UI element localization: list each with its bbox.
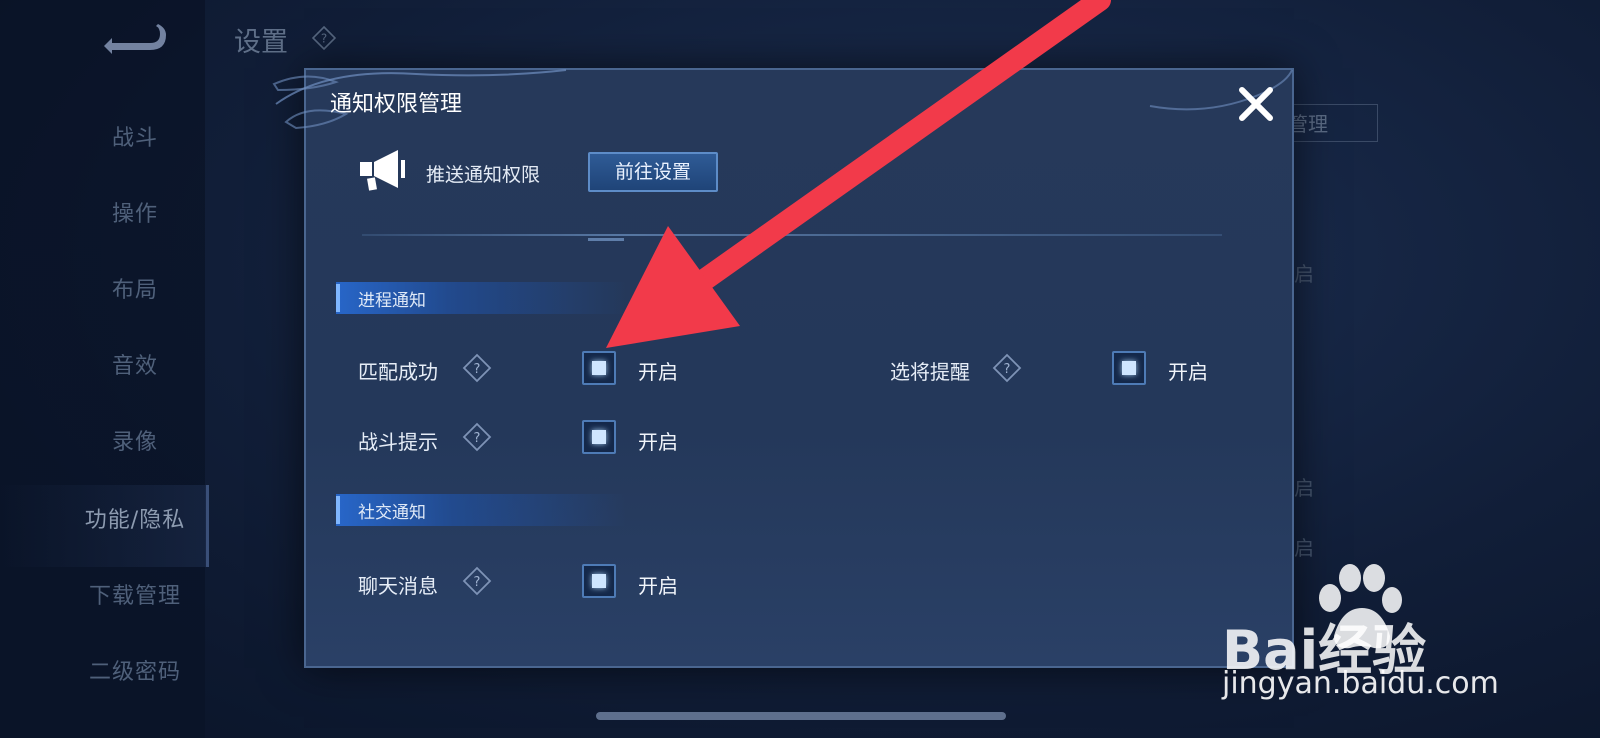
back-arrow-icon[interactable] bbox=[98, 22, 168, 58]
push-permission-label: 推送通知权限 bbox=[426, 164, 541, 186]
option-label-hero-pick-reminder: 选将提醒 bbox=[890, 360, 970, 384]
nav-item-battle[interactable]: 战斗 bbox=[60, 120, 210, 152]
section-header-social-notifications: 社交通知 bbox=[336, 494, 636, 526]
notification-permission-dialog: 通知权限管理 推送通知权限 前往设置 进程通知 匹配成功 ? 开启 选将提醒 ?… bbox=[272, 68, 1294, 668]
home-indicator[interactable] bbox=[596, 712, 1006, 720]
watermark-url: jingyan.baidu.com bbox=[1222, 666, 1499, 701]
option-state: 开启 bbox=[1168, 360, 1208, 384]
nav-item-controls[interactable]: 操作 bbox=[60, 196, 210, 228]
option-state: 开启 bbox=[638, 360, 678, 384]
nav-item-secondary-password[interactable]: 二级密码 bbox=[60, 654, 210, 686]
goto-settings-button[interactable]: 前往设置 bbox=[588, 152, 718, 192]
nav-item-sound[interactable]: 音效 bbox=[60, 348, 210, 380]
megaphone-icon bbox=[360, 150, 405, 191]
help-icon[interactable]: ? bbox=[462, 353, 492, 383]
section-header-process-notifications: 进程通知 bbox=[336, 282, 636, 314]
divider-accent bbox=[588, 238, 624, 241]
section-title: 社交通知 bbox=[358, 503, 426, 523]
svg-text:?: ? bbox=[474, 575, 481, 590]
option-label-battle-tips: 战斗提示 bbox=[358, 430, 438, 454]
checkbox-battle-tips[interactable] bbox=[582, 420, 616, 454]
option-label-match-success: 匹配成功 bbox=[358, 360, 438, 384]
help-icon[interactable]: ? bbox=[462, 566, 492, 596]
option-state: 开启 bbox=[638, 430, 678, 454]
option-label-chat-messages: 聊天消息 bbox=[358, 574, 438, 598]
baidu-jingyan-watermark: Bai经验 jingyan.baidu.com bbox=[1222, 564, 1542, 704]
close-icon[interactable] bbox=[1236, 84, 1276, 124]
nav-item-layout[interactable]: 布局 bbox=[60, 272, 210, 304]
svg-text:?: ? bbox=[474, 431, 481, 446]
bg-toggle-label: 启 bbox=[1294, 536, 1314, 560]
bg-toggle-label: 启 bbox=[1294, 476, 1314, 500]
checkbox-hero-pick-reminder[interactable] bbox=[1112, 351, 1146, 385]
settings-title: 设置 bbox=[234, 27, 288, 58]
svg-text:?: ? bbox=[321, 32, 327, 46]
help-icon[interactable]: ? bbox=[462, 422, 492, 452]
bg-toggle-label: 启 bbox=[1294, 262, 1314, 286]
section-title: 进程通知 bbox=[358, 291, 426, 311]
checkbox-match-success[interactable] bbox=[582, 351, 616, 385]
divider bbox=[362, 234, 1222, 236]
nav-item-features-privacy[interactable]: 功能/隐私 bbox=[60, 502, 210, 534]
svg-text:?: ? bbox=[474, 362, 481, 377]
svg-text:?: ? bbox=[1004, 362, 1011, 377]
checkbox-chat-messages[interactable] bbox=[582, 564, 616, 598]
help-icon[interactable]: ? bbox=[312, 26, 336, 50]
help-icon[interactable]: ? bbox=[992, 353, 1022, 383]
option-state: 开启 bbox=[638, 574, 678, 598]
nav-item-recording[interactable]: 录像 bbox=[60, 424, 210, 456]
dialog-title: 通知权限管理 bbox=[330, 92, 463, 117]
nav-item-downloads[interactable]: 下载管理 bbox=[60, 578, 210, 610]
